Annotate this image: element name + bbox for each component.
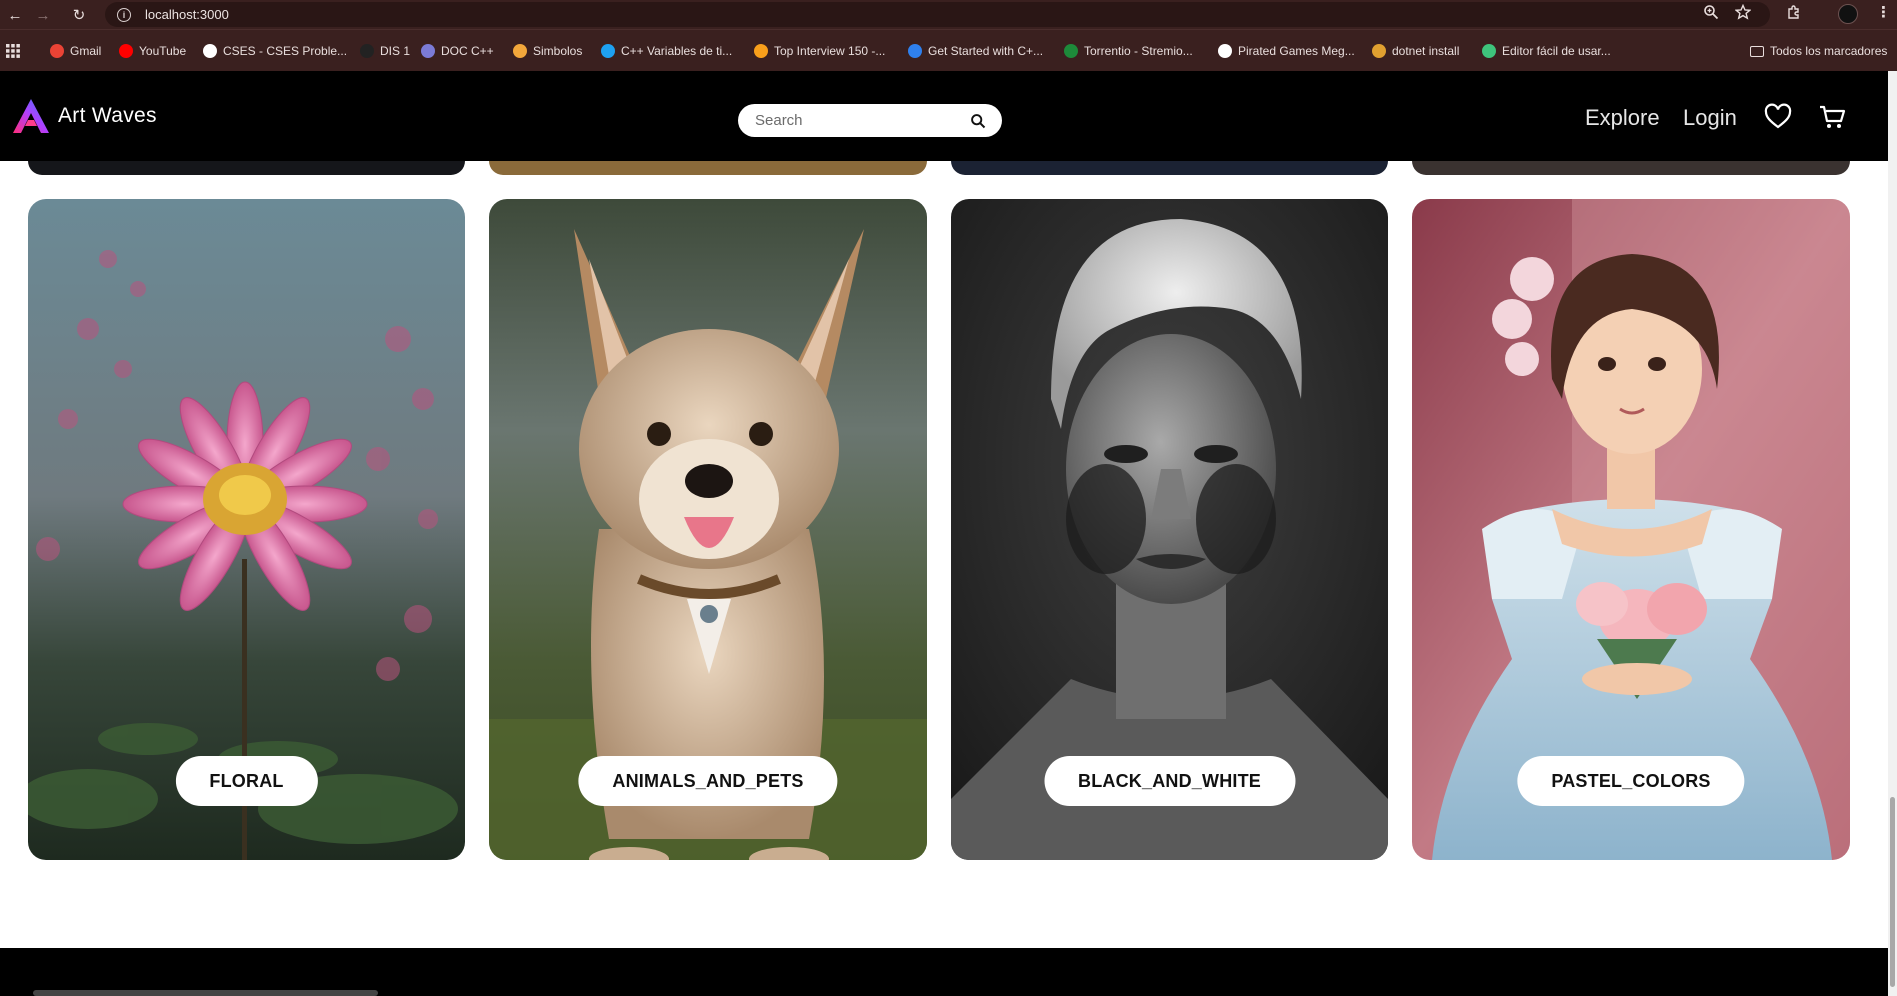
vscode-icon bbox=[908, 44, 922, 58]
favorites-heart-icon[interactable] bbox=[1764, 103, 1792, 131]
category-card-black-white[interactable]: BLACK_AND_WHITE bbox=[951, 199, 1388, 860]
bookmark-label: C++ Variables de ti... bbox=[621, 44, 733, 58]
bookmark-label: Top Interview 150 -... bbox=[774, 44, 886, 58]
cart-icon[interactable] bbox=[1818, 103, 1846, 131]
category-card-animals[interactable]: ANIMALS_AND_PETS bbox=[489, 199, 927, 860]
bookmark-label: Editor fácil de usar... bbox=[1502, 44, 1611, 58]
back-icon[interactable]: ← bbox=[2, 2, 28, 28]
brand-logo[interactable]: Art Waves bbox=[12, 98, 157, 134]
nav-explore-link[interactable]: Explore bbox=[1585, 105, 1660, 131]
bookmark-item[interactable]: Editor fácil de usar... bbox=[1482, 44, 1611, 58]
gmail-icon bbox=[50, 44, 64, 58]
site-header: Art Waves Explore Login bbox=[0, 71, 1888, 161]
zoom-icon[interactable] bbox=[1703, 4, 1719, 20]
extensions-icon[interactable] bbox=[1786, 4, 1802, 20]
bookmark-item[interactable]: YouTube bbox=[119, 44, 186, 58]
editor-icon bbox=[1482, 44, 1496, 58]
apps-grid-icon[interactable] bbox=[6, 44, 20, 58]
category-label[interactable]: BLACK_AND_WHITE bbox=[1044, 756, 1295, 806]
card-top-partial[interactable] bbox=[28, 161, 465, 175]
site-info-icon[interactable]: i bbox=[117, 7, 131, 22]
bookmark-item[interactable]: Todos los marcadores bbox=[1750, 44, 1887, 58]
nav-login-link[interactable]: Login bbox=[1683, 105, 1737, 131]
github-icon bbox=[360, 44, 374, 58]
bookmark-item[interactable]: CSES - CSES Proble... bbox=[203, 44, 347, 58]
bookmark-item[interactable]: dotnet install bbox=[1372, 44, 1459, 58]
edge-icon bbox=[601, 44, 615, 58]
bookmark-label: Todos los marcadores bbox=[1770, 44, 1888, 58]
folder-icon bbox=[1750, 45, 1764, 57]
browser-toolbar: ← → ↻ i localhost:3000 ⋮ bbox=[0, 0, 1897, 29]
doc-icon bbox=[421, 44, 435, 58]
bookmark-label: dotnet install bbox=[1392, 44, 1460, 58]
bookmark-item[interactable]: Gmail bbox=[50, 44, 101, 58]
bookmark-label: Simbolos bbox=[533, 44, 583, 58]
category-card-pastel[interactable]: PASTEL_COLORS bbox=[1412, 199, 1850, 860]
category-card-floral[interactable]: FLORAL bbox=[28, 199, 465, 860]
cses-icon bbox=[203, 44, 217, 58]
category-label[interactable]: PASTEL_COLORS bbox=[1517, 756, 1745, 806]
art-waves-logo-icon bbox=[13, 99, 49, 133]
forward-icon[interactable]: → bbox=[30, 2, 56, 28]
bookmark-item[interactable]: Pirated Games Meg... bbox=[1218, 44, 1355, 58]
card-top-partial[interactable] bbox=[951, 161, 1388, 175]
bookmark-label: DIS 1 bbox=[380, 44, 411, 58]
bookmark-label: CSES - CSES Proble... bbox=[223, 44, 348, 58]
bookmark-label: YouTube bbox=[139, 44, 187, 58]
url-text: localhost:3000 bbox=[145, 7, 229, 22]
search-bar[interactable] bbox=[738, 104, 1002, 137]
bookmark-item[interactable]: Torrentio - Stremio... bbox=[1064, 44, 1193, 58]
category-label[interactable]: ANIMALS_AND_PETS bbox=[578, 756, 838, 806]
vertical-scroll-thumb[interactable] bbox=[1890, 797, 1895, 987]
card-top-partial[interactable] bbox=[489, 161, 927, 175]
card-top-partial[interactable] bbox=[1412, 161, 1850, 175]
reload-icon[interactable]: ↻ bbox=[66, 2, 92, 28]
bookmark-star-icon[interactable] bbox=[1735, 4, 1751, 20]
bookmark-item[interactable]: Simbolos bbox=[513, 44, 582, 58]
youtube-icon bbox=[119, 44, 133, 58]
menu-icon[interactable]: ⋮ bbox=[1876, 3, 1891, 21]
search-icon[interactable] bbox=[970, 113, 986, 129]
profile-avatar[interactable] bbox=[1838, 4, 1858, 24]
bookmark-label: Gmail bbox=[70, 44, 102, 58]
brand-name: Art Waves bbox=[58, 104, 157, 127]
simbolos-icon bbox=[513, 44, 527, 58]
site-footer bbox=[0, 948, 1888, 996]
pirated-icon bbox=[1218, 44, 1232, 58]
search-input[interactable] bbox=[755, 112, 955, 129]
category-label[interactable]: FLORAL bbox=[175, 756, 318, 806]
leetcode-icon bbox=[754, 44, 768, 58]
bookmark-item[interactable]: Get Started with C+... bbox=[908, 44, 1043, 58]
bookmark-item[interactable]: DOC C++ bbox=[421, 44, 494, 58]
bookmark-item[interactable]: C++ Variables de ti... bbox=[601, 44, 732, 58]
bookmark-item[interactable]: DIS 1 bbox=[360, 44, 410, 58]
address-bar[interactable]: i localhost:3000 bbox=[105, 2, 1770, 27]
dotnet-icon bbox=[1372, 44, 1386, 58]
bookmarks-bar: Gmail YouTube CSES - CSES Proble... DIS 1 DO… bbox=[0, 29, 1897, 71]
bookmark-label: Get Started with C+... bbox=[928, 44, 1044, 58]
horizontal-scroll-thumb[interactable] bbox=[33, 990, 378, 996]
bookmark-label: Pirated Games Meg... bbox=[1238, 44, 1355, 58]
bookmark-label: DOC C++ bbox=[441, 44, 494, 58]
torrentio-icon bbox=[1064, 44, 1078, 58]
bookmark-item[interactable]: Top Interview 150 -... bbox=[754, 44, 885, 58]
bookmark-label: Torrentio - Stremio... bbox=[1084, 44, 1193, 58]
